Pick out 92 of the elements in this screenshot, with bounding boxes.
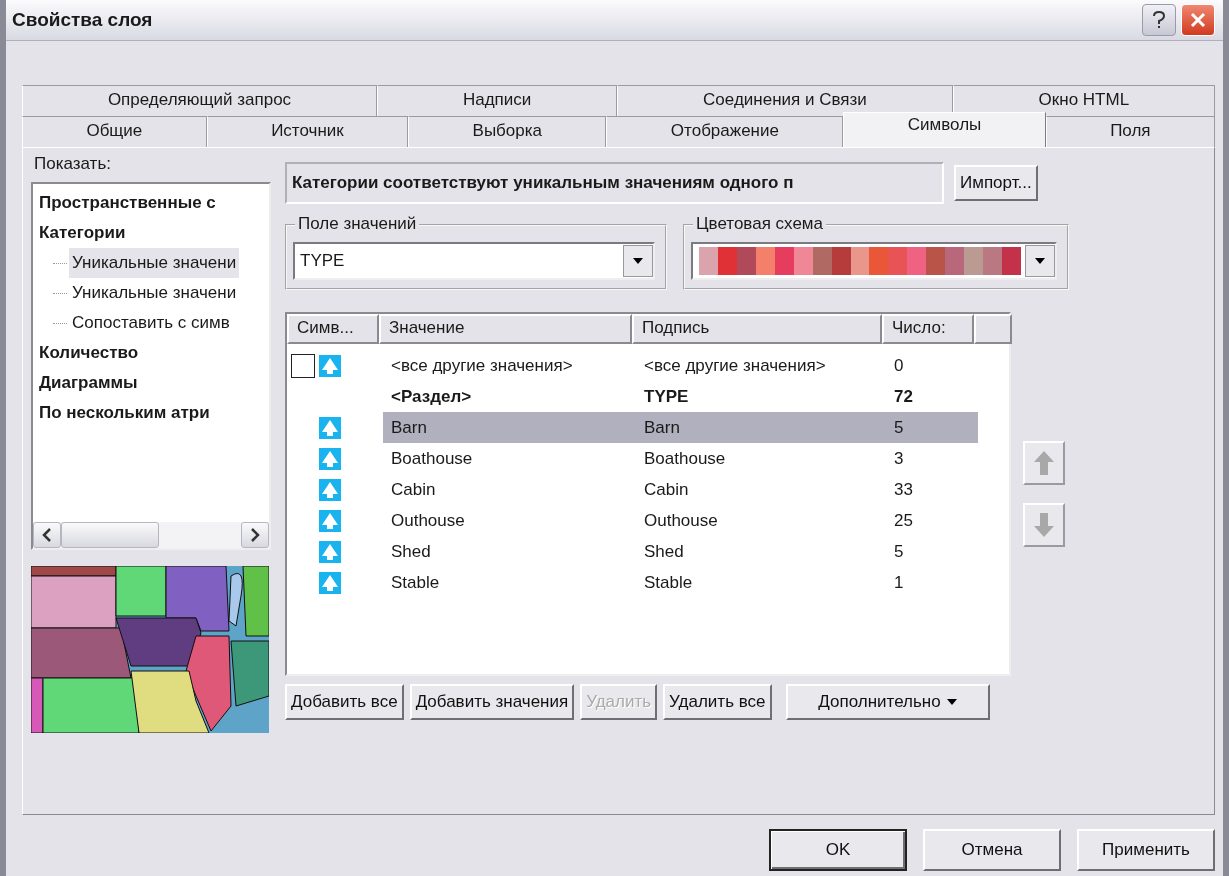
close-button[interactable] <box>1181 4 1215 36</box>
table-row[interactable]: Boathouse Boathouse 3 <box>383 443 978 474</box>
tent-icon[interactable] <box>319 478 341 501</box>
show-label: Показать: <box>33 154 112 175</box>
help-button[interactable] <box>1142 4 1176 36</box>
table-cell-text: Boathouse <box>390 448 474 469</box>
table-cell-text: Outhouse <box>643 510 719 531</box>
column-header[interactable]: Значение <box>379 314 632 344</box>
table-row[interactable]: Outhouse Outhouse 25 <box>383 505 978 536</box>
tab[interactable]: Поля <box>1045 116 1215 147</box>
scroll-thumb[interactable] <box>61 522 159 548</box>
table-row[interactable]: <все другие значения> <все другие значения> 0 <box>383 350 978 381</box>
checkbox[interactable] <box>291 353 315 378</box>
arrow-up-icon <box>1033 450 1055 476</box>
chevron-right-icon <box>250 528 260 542</box>
table-cell-text: Barn <box>643 417 681 438</box>
tree-item[interactable]: Уникальные значени <box>69 248 240 278</box>
tab[interactable]: Надписи <box>377 85 618 116</box>
table-cell-text: 5 <box>893 541 905 562</box>
horizontal-scrollbar[interactable] <box>33 522 269 548</box>
move-down-button[interactable] <box>1023 503 1065 547</box>
tree-item[interactable]: Пространственные с <box>39 188 269 218</box>
table-cell-text: Cabin <box>643 479 690 500</box>
table-row[interactable]: Barn Barn 5 <box>383 412 978 443</box>
column-header[interactable]: Симв... <box>287 314 379 344</box>
scroll-right-button[interactable] <box>241 522 269 548</box>
tree-item[interactable]: Количество <box>39 338 269 368</box>
tent-icon[interactable] <box>319 571 341 594</box>
table-cell-text: <Раздел> <box>390 386 473 407</box>
action-button[interactable]: Добавить значения <box>409 684 575 720</box>
caret-icon <box>946 699 957 705</box>
tab[interactable]: Окно HTML <box>952 85 1215 116</box>
dialog-button[interactable]: OK <box>769 829 907 871</box>
tree-item[interactable]: Категории <box>39 218 269 248</box>
table-cell-text: Stable <box>390 572 441 593</box>
table-cell-text: 25 <box>893 510 914 531</box>
table-cell-text: 33 <box>893 479 914 500</box>
tree-item[interactable]: Сопоставить с симв <box>69 308 233 338</box>
tab[interactable]: Выборка <box>408 116 607 147</box>
tree-item[interactable]: Уникальные значени <box>69 278 240 308</box>
table-cell-text: 3 <box>893 448 905 469</box>
table-cell-text: Boathouse <box>643 448 727 469</box>
table-cell-text: Cabin <box>390 479 437 500</box>
table-cell-text: <все другие значения> <box>390 355 574 376</box>
dialog-button[interactable]: Отмена <box>923 829 1061 871</box>
scroll-left-button[interactable] <box>33 522 61 548</box>
table-row[interactable]: Shed Shed 5 <box>383 536 978 567</box>
tab[interactable]: Источник <box>206 116 409 147</box>
move-up-button[interactable] <box>1023 441 1065 485</box>
table-cell-text: 72 <box>893 386 914 407</box>
tent-icon[interactable] <box>319 416 341 439</box>
color-scheme-dropdown[interactable] <box>691 242 1057 280</box>
tab[interactable]: Соединения и Связи <box>617 85 953 116</box>
tree-item[interactable]: По нескольким атри <box>39 398 269 428</box>
advanced-button[interactable]: Дополнительно <box>785 684 990 720</box>
value-field-dropdown[interactable]: TYPE <box>293 242 655 280</box>
arrow-down-icon <box>1033 512 1055 538</box>
table-cell-text: 0 <box>893 355 905 376</box>
group-label: Цветовая схема <box>693 214 826 234</box>
tent-icon[interactable] <box>319 447 341 470</box>
description-text: Категории соответствуют уникальным значениям одного п <box>285 162 944 204</box>
table-cell-text: Barn <box>390 417 428 438</box>
tab[interactable]: Определяющий запрос <box>22 85 377 116</box>
tree-item[interactable]: Диаграммы <box>39 368 269 398</box>
table-cell-text: 5 <box>893 417 905 438</box>
table-row[interactable]: Cabin Cabin 33 <box>383 474 978 505</box>
action-button[interactable]: Удалить все <box>663 684 772 720</box>
tab[interactable]: Отображение <box>606 116 844 147</box>
tab[interactable]: Символы <box>843 112 1046 147</box>
table-row[interactable]: Stable Stable 1 <box>383 567 978 598</box>
tent-icon[interactable] <box>319 509 341 532</box>
chevron-left-icon <box>42 528 52 542</box>
table-cell-text: <все другие значения> <box>643 355 827 376</box>
action-button[interactable]: Добавить все <box>285 684 404 720</box>
table-cell-text: Stable <box>643 572 694 593</box>
column-header[interactable]: Число: <box>882 314 974 344</box>
table-cell-text: Shed <box>643 541 685 562</box>
table-cell-text: Shed <box>390 541 432 562</box>
window-title: Свойства слоя <box>12 9 153 31</box>
dialog-button[interactable]: Применить <box>1077 829 1215 871</box>
import-button[interactable]: Импорт... <box>954 165 1038 201</box>
column-header[interactable]: Подпись <box>632 314 882 344</box>
tab[interactable]: Общие <box>22 116 207 147</box>
dropdown-arrow-icon <box>632 257 644 265</box>
table-cell-text: TYPE <box>643 386 690 407</box>
dropdown-arrow-icon <box>1034 257 1046 265</box>
help-icon <box>1151 10 1167 30</box>
table-row[interactable]: <Раздел> TYPE 72 <box>383 381 978 412</box>
close-icon <box>1189 11 1207 29</box>
table-cell-text: 1 <box>893 572 905 593</box>
table-cell-text: Outhouse <box>390 510 466 531</box>
tent-icon[interactable] <box>319 540 341 563</box>
